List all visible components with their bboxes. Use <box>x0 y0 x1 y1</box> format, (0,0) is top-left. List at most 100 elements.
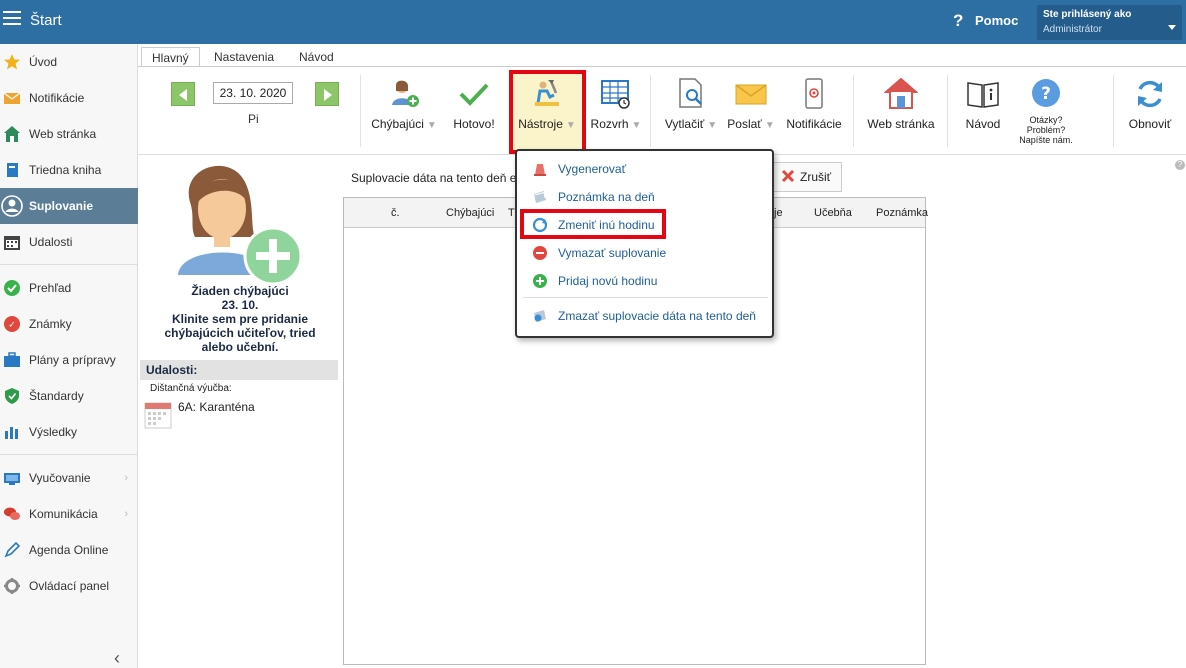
sidebar-item-label: Prehľad <box>29 281 72 295</box>
sidebar-item-label: Udalosti <box>29 235 73 249</box>
person-add-icon <box>392 80 419 107</box>
column-header[interactable]: Chýbajúci <box>446 207 494 219</box>
column-header[interactable]: Učebňa <box>814 207 852 219</box>
envelope-icon <box>3 92 21 104</box>
questions-button[interactable]: ? Otázky? Problém? Napíšte nám. <box>1014 71 1078 151</box>
column-header[interactable]: Poznámka <box>876 207 928 219</box>
toolbar-separator <box>650 75 651 147</box>
sidebar-collapse-icon[interactable]: ‹ <box>114 648 120 668</box>
sidebar-item-agenda-online[interactable]: Agenda Online <box>0 532 138 568</box>
button-label: Návod <box>965 117 1001 131</box>
menu-item-day-note[interactable]: Poznámka na deň <box>517 185 772 209</box>
house-icon <box>884 77 918 109</box>
menu-item-label: Vygenerovať <box>558 162 627 176</box>
hamburger-menu-icon[interactable] <box>3 11 21 25</box>
phone-icon <box>805 78 823 109</box>
sidebar-item-prehlad[interactable]: Prehľad <box>0 270 138 306</box>
sidebar-item-vysledky[interactable]: Výsledky <box>0 414 138 450</box>
menu-item-add-lesson[interactable]: Pridaj novú hodinu <box>517 269 772 293</box>
notifications-button[interactable]: Notifikácie <box>784 71 844 151</box>
column-header[interactable]: T <box>508 207 515 219</box>
sidebar-item-label: Štandardy <box>29 389 84 403</box>
menu-item-generate[interactable]: Vygenerovať <box>517 157 772 181</box>
sidebar-item-suplovanie[interactable]: Suplovanie <box>0 188 138 224</box>
sidebar-item-znamky[interactable]: ✓ Známky <box>0 306 138 342</box>
date-input[interactable]: 23. 10. 2020 <box>213 82 293 104</box>
sidebar-item-label: Ovládací panel <box>29 579 110 593</box>
tab-hlavny[interactable]: Hlavný <box>141 47 200 67</box>
check-circle-icon <box>4 280 20 296</box>
help-link[interactable]: Pomoc <box>975 13 1018 28</box>
website-button[interactable]: Web stránka <box>863 71 939 151</box>
user-menu[interactable]: Ste prihlásený ako Administrátor <box>1037 5 1182 40</box>
generate-icon <box>534 164 546 176</box>
question-icon: ? <box>1032 79 1060 107</box>
menu-item-erase-day-data[interactable]: Zmazať suplovacie dáta na tento deň <box>517 304 772 328</box>
button-label: Rozvrh <box>590 117 629 131</box>
sidebar-item-standardy[interactable]: Štandardy <box>0 378 138 414</box>
menu-item-delete-substitution[interactable]: Vymazať suplovanie <box>517 241 772 265</box>
help-circle-icon[interactable]: ? <box>1175 160 1185 170</box>
grade-icon: ✓ <box>4 316 20 332</box>
print-button[interactable]: Vytlačiť ▼ <box>660 71 722 151</box>
tab-bar: Hlavný Nastavenia Návod <box>138 44 1186 67</box>
top-bar: Štart ? Pomoc Ste prihlásený ako Adminis… <box>0 0 1186 44</box>
manual-button[interactable]: Návod <box>956 71 1010 151</box>
add-missing-illustration[interactable] <box>170 157 310 287</box>
send-button[interactable]: Poslať ▼ <box>724 71 778 151</box>
next-day-button[interactable] <box>315 82 339 106</box>
chevron-down-icon <box>1168 25 1176 30</box>
cancel-button[interactable]: Zrušiť <box>771 162 842 192</box>
dropdown-arrow-icon: ▼ <box>707 120 718 131</box>
menu-item-label: Vymazať suplovanie <box>558 246 667 260</box>
chat-icon <box>4 507 20 520</box>
sidebar-item-notifikacie[interactable]: Notifikácie <box>0 80 138 116</box>
svg-text:✓: ✓ <box>8 321 16 331</box>
erase-icon <box>534 310 546 322</box>
toolbar-separator <box>947 75 948 147</box>
sidebar-item-label: Výsledky <box>29 425 78 439</box>
help-icon[interactable]: ? <box>953 11 963 31</box>
button-label: Obnoviť <box>1128 117 1172 131</box>
pen-icon <box>4 541 21 558</box>
sidebar-item-plany[interactable]: Plány a prípravy <box>0 342 138 378</box>
manual-icon <box>967 82 999 108</box>
menu-separator <box>523 297 768 298</box>
tab-navod[interactable]: Návod <box>289 47 344 67</box>
event-item[interactable]: 6A: Karanténa <box>178 400 255 414</box>
app-title[interactable]: Štart <box>30 12 62 29</box>
column-header[interactable]: je <box>774 207 783 219</box>
calendar-icon <box>144 402 172 429</box>
bar-chart-icon <box>5 427 18 439</box>
briefcase-icon <box>4 352 20 367</box>
sidebar-item-triedna-kniha[interactable]: Triedna kniha <box>0 152 138 188</box>
add-missing-text[interactable]: Žiaden chýbajúci 23. 10. Klinite sem pre… <box>140 284 340 354</box>
timetable-button[interactable]: Rozvrh ▼ <box>586 71 646 151</box>
column-header[interactable]: č. <box>391 207 400 219</box>
tab-nastavenia[interactable]: Nastavenia <box>204 47 284 67</box>
sidebar-item-udalosti[interactable]: Udalosti <box>0 224 138 260</box>
events-subheader: Dištančná výučba: <box>150 383 232 394</box>
refresh-icon <box>1138 80 1162 108</box>
previous-day-button[interactable] <box>171 82 195 106</box>
note-icon <box>534 191 546 203</box>
close-icon <box>781 169 795 183</box>
refresh-button[interactable]: Obnoviť <box>1120 71 1180 151</box>
chevron-right-icon: › <box>124 508 128 520</box>
missing-hint: Klinite sem pre pridanie <box>171 312 309 326</box>
sidebar-item-ovladaci-panel[interactable]: Ovládací panel <box>0 568 138 604</box>
missing-hint: alebo učební. <box>201 340 279 354</box>
star-icon <box>4 54 20 70</box>
missing-button[interactable]: Chýbajúci ▼ <box>370 71 438 151</box>
sidebar-item-vyucovanie[interactable]: Vyučovanie › <box>0 460 138 496</box>
missing-title: Žiaden chýbajúci <box>191 284 289 298</box>
chevron-right-icon: › <box>124 472 128 484</box>
done-button[interactable]: Hotovo! <box>443 71 505 151</box>
button-label: Poslať <box>727 117 762 131</box>
sidebar-item-uvod[interactable]: Úvod <box>0 44 138 80</box>
sidebar-item-web-stranka[interactable]: Web stránka <box>0 116 138 152</box>
sidebar-item-label: Vyučovanie <box>29 471 91 485</box>
sidebar-item-komunikacia[interactable]: Komunikácia › <box>0 496 138 532</box>
dropdown-arrow-icon: ▼ <box>764 120 775 131</box>
sidebar-item-label: Úvod <box>29 55 58 69</box>
